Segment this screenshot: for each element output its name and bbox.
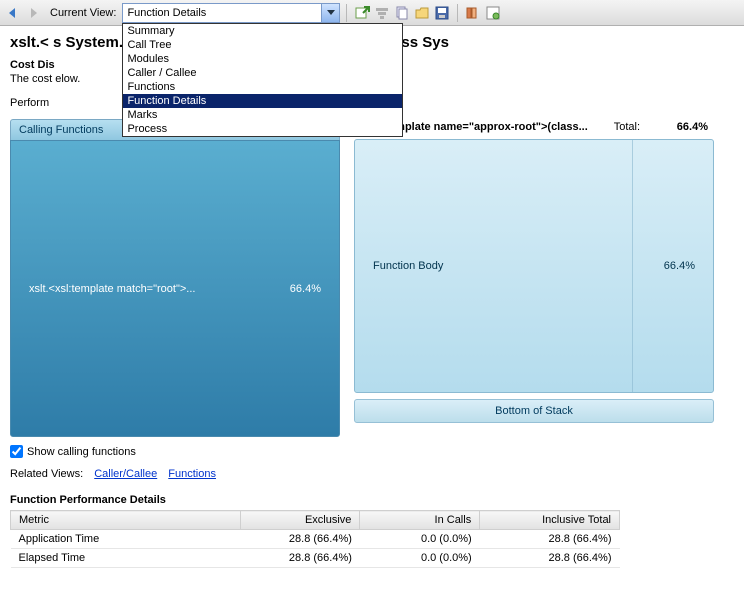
toolbar: Current View: SummaryCall TreeModulesCal… (0, 0, 744, 26)
dropdown-item[interactable]: Marks (123, 108, 402, 122)
cell-incalls: 0.0 (0.0%) (360, 549, 480, 568)
func-body-divider (632, 140, 633, 392)
columns-icon[interactable] (464, 4, 482, 22)
dropdown-item[interactable]: Functions (123, 80, 402, 94)
arrow-left-icon (6, 6, 20, 20)
dropdown-item[interactable]: Function Details (123, 94, 402, 108)
total-value: 66.4% (648, 121, 708, 133)
related-link-caller-callee[interactable]: Caller/Callee (94, 468, 157, 480)
open-icon[interactable] (413, 4, 431, 22)
panels-row: Calling Functions xslt.<xsl:template mat… (10, 119, 734, 437)
cell-exclusive: 28.8 (66.4%) (240, 530, 360, 549)
col-inclusive[interactable]: Inclusive Total (480, 511, 620, 530)
cell-inclusive: 28.8 (66.4%) (480, 549, 620, 568)
calling-functions-panel: Calling Functions xslt.<xsl:template mat… (10, 119, 340, 437)
filter-icon[interactable] (373, 4, 391, 22)
col-metric[interactable]: Metric (11, 511, 241, 530)
toolbar-separator (346, 4, 347, 22)
current-function-header: <xsl:template name="approx-root">(class.… (354, 119, 714, 135)
perf-details-table: Metric Exclusive In Calls Inclusive Tota… (10, 510, 620, 568)
cell-metric: Application Time (11, 530, 241, 549)
current-view-input[interactable] (122, 3, 322, 23)
export-icon[interactable] (353, 4, 371, 22)
current-function-panel: <xsl:template name="approx-root">(class.… (354, 119, 714, 437)
forward-button[interactable] (24, 4, 42, 22)
current-view-drop-button[interactable] (322, 3, 340, 23)
chevron-down-icon (327, 10, 335, 16)
cell-exclusive: 28.8 (66.4%) (240, 549, 360, 568)
col-incalls[interactable]: In Calls (360, 511, 480, 530)
table-row: Application Time28.8 (66.4%)0.0 (0.0%)28… (11, 530, 620, 549)
show-calling-label: Show calling functions (27, 446, 136, 458)
related-link-functions[interactable]: Functions (168, 468, 216, 480)
dropdown-item[interactable]: Caller / Callee (123, 66, 402, 80)
perf-details-title: Function Performance Details (10, 494, 734, 506)
calling-function-item[interactable]: xslt.<xsl:template match="root">... 66.4… (10, 140, 340, 437)
current-view-combo[interactable]: SummaryCall TreeModulesCaller / CalleeFu… (122, 3, 340, 23)
table-header-row: Metric Exclusive In Calls Inclusive Tota… (11, 511, 620, 530)
arrow-right-icon (26, 6, 40, 20)
function-body-block[interactable]: Function Body 66.4% (354, 139, 714, 393)
show-calling-checkbox[interactable] (10, 445, 23, 458)
cell-incalls: 0.0 (0.0%) (360, 530, 480, 549)
col-exclusive[interactable]: Exclusive (240, 511, 360, 530)
cell-metric: Elapsed Time (11, 549, 241, 568)
related-views-label: Related Views: (10, 468, 83, 480)
show-calling-checkbox-row[interactable]: Show calling functions (10, 445, 734, 458)
dropdown-item[interactable]: Call Tree (123, 38, 402, 52)
current-view-label: Current View: (50, 7, 116, 19)
save-icon[interactable] (433, 4, 451, 22)
dropdown-item[interactable]: Modules (123, 52, 402, 66)
total-label: Total: (614, 121, 640, 133)
properties-icon[interactable] (484, 4, 502, 22)
toolbar-separator (457, 4, 458, 22)
dropdown-item[interactable]: Summary (123, 24, 402, 38)
back-button[interactable] (4, 4, 22, 22)
table-row: Elapsed Time28.8 (66.4%)0.0 (0.0%)28.8 (… (11, 549, 620, 568)
function-body-label: Function Body (373, 260, 443, 272)
calling-function-pct: 66.4% (290, 283, 321, 295)
bottom-of-stack[interactable]: Bottom of Stack (354, 399, 714, 423)
cell-inclusive: 28.8 (66.4%) (480, 530, 620, 549)
related-views: Related Views: Caller/Callee Functions (10, 468, 734, 480)
dropdown-item[interactable]: Process (123, 122, 402, 136)
copy-icon[interactable] (393, 4, 411, 22)
calling-function-label: xslt.<xsl:template match="root">... (29, 283, 195, 295)
current-view-dropdown: SummaryCall TreeModulesCaller / CalleeFu… (122, 23, 403, 137)
function-body-pct: 66.4% (664, 260, 695, 272)
